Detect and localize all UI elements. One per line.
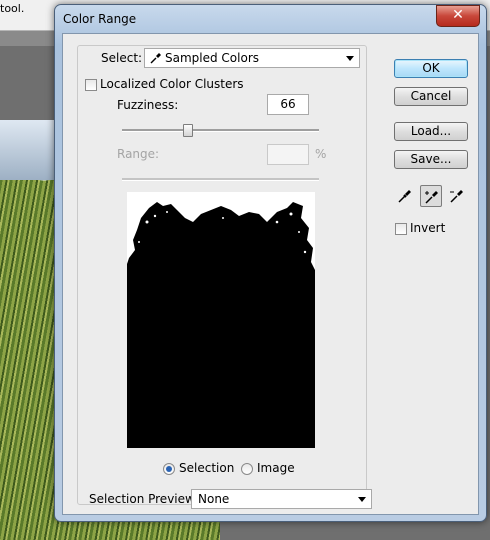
invert-label: Invert xyxy=(410,221,446,235)
selection-mask xyxy=(127,192,315,448)
color-range-dialog: Color Range ✕ Select: Sampled Colors Loc… xyxy=(54,4,487,522)
dialog-title: Color Range xyxy=(63,12,137,26)
view-selection-radio[interactable] xyxy=(163,463,175,475)
save-button[interactable]: Save... xyxy=(394,150,468,169)
fuzziness-input[interactable]: 66 xyxy=(267,94,309,115)
view-image-radio[interactable] xyxy=(241,463,253,475)
invert-checkbox[interactable] xyxy=(395,223,407,235)
select-value: Sampled Colors xyxy=(165,51,260,65)
eyedropper-add-tool[interactable] xyxy=(420,185,442,207)
ok-button[interactable]: OK xyxy=(394,59,468,78)
eyedropper-icon xyxy=(150,53,161,64)
selection-preview-value: None xyxy=(198,492,230,506)
fuzziness-slider-track[interactable] xyxy=(122,129,319,132)
range-slider-track xyxy=(122,178,319,181)
chevron-down-icon xyxy=(358,497,366,502)
eyedropper-subtract-tool[interactable] xyxy=(446,185,468,207)
close-icon: ✕ xyxy=(452,7,464,23)
view-image-label: Image xyxy=(257,461,295,475)
load-button[interactable]: Load... xyxy=(394,122,468,141)
dialog-body: Select: Sampled Colors Localized Color C… xyxy=(62,33,479,515)
close-button[interactable]: ✕ xyxy=(436,5,480,27)
eyedropper-plus-icon xyxy=(425,191,438,204)
view-selection-label: Selection xyxy=(179,461,235,475)
eyedropper-minus-icon xyxy=(450,190,463,203)
selection-preview-label: Selection Preview: xyxy=(89,492,199,506)
localized-clusters-checkbox[interactable] xyxy=(85,79,97,91)
select-label: Select: xyxy=(101,51,143,65)
localized-clusters-label: Localized Color Clusters xyxy=(100,77,244,91)
fuzziness-slider-thumb[interactable] xyxy=(183,124,193,137)
eyedropper-tool[interactable] xyxy=(394,185,416,207)
eyedropper-icon xyxy=(398,190,411,203)
cancel-button[interactable]: Cancel xyxy=(394,87,468,106)
selection-preview xyxy=(127,192,315,448)
range-label: Range: xyxy=(117,147,160,161)
chevron-down-icon xyxy=(346,56,354,61)
range-unit: % xyxy=(315,147,327,161)
select-dropdown[interactable]: Sampled Colors xyxy=(144,48,360,68)
background-status-text: tool. xyxy=(0,2,25,15)
range-input[interactable] xyxy=(267,144,309,165)
fuzziness-label: Fuzziness: xyxy=(117,98,179,112)
background-photo-sky xyxy=(0,120,60,180)
selection-preview-dropdown[interactable]: None xyxy=(191,489,372,509)
